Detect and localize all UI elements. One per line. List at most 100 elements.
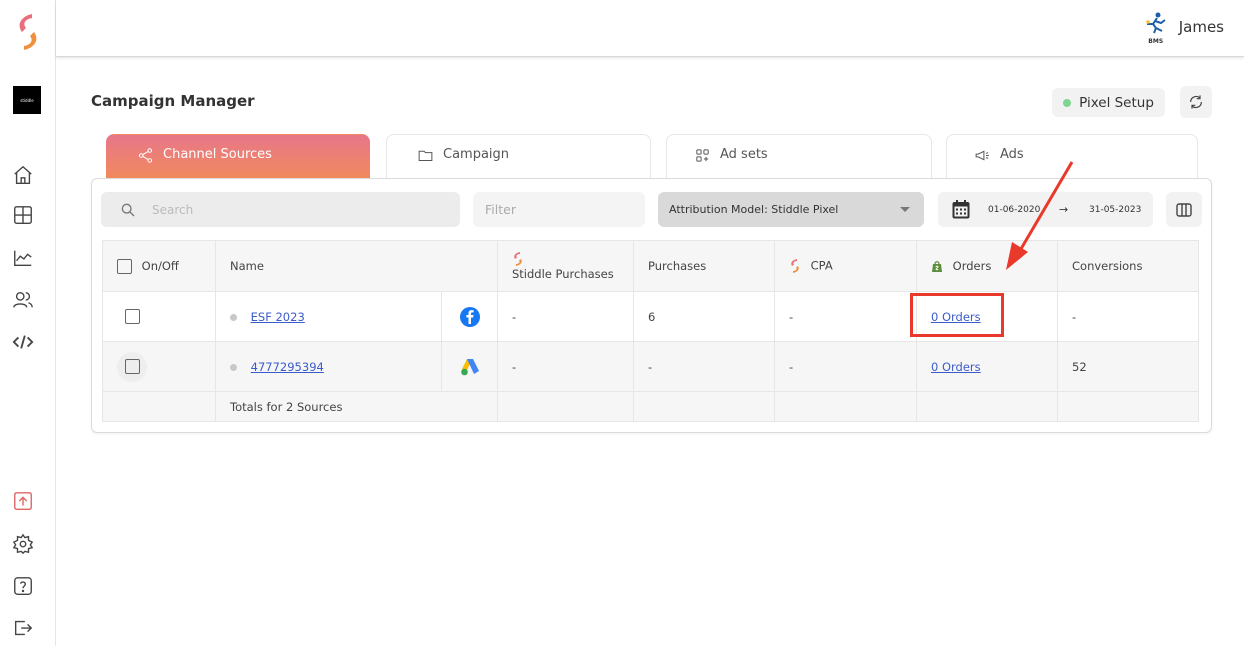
user-name[interactable]: James [1179,18,1224,36]
totals-label: Totals for 2 Sources [215,391,498,422]
stiddle-purchases-cell: - [497,341,634,392]
sidebar: stiddle [0,0,56,646]
purchases-cell: - [633,341,775,392]
row-toggle-cell [102,341,216,392]
page-title: Campaign Manager [91,92,255,110]
tab-label: Ad sets [720,147,768,162]
share-icon [138,148,153,163]
user-menu[interactable]: BMS James [1143,12,1224,45]
attribution-model-label: Attribution Model: Stiddle Pixel [669,203,839,216]
totals-row: Totals for 2 Sources [102,391,1199,422]
status-dot [230,313,237,321]
totals-cell [102,391,216,422]
channel-divider [441,342,442,391]
totals-cell [497,391,634,422]
folder-icon [418,150,433,161]
google-ads-icon [461,358,479,375]
select-all-checkbox[interactable] [117,258,132,274]
row-checkbox-wrap [117,302,147,332]
header-stiddle-purchases-label: Stiddle Purchases [512,266,614,281]
tab-campaign[interactable]: Campaign [386,134,651,178]
header-conversions-label: Conversions [1072,259,1143,273]
row-name-cell: 4777295394 [215,341,498,392]
totals-cell [1057,391,1199,422]
conversions-cell: 52 [1057,341,1199,392]
refresh-icon [1190,95,1202,109]
dashboard-icon[interactable] [12,204,34,226]
search-placeholder: Search [152,202,194,217]
pixel-setup-label: Pixel Setup [1079,94,1154,111]
stiddle-icon [791,259,799,273]
row-name-cell: ESF 2023 [215,291,498,342]
conversions-cell: - [1057,291,1199,342]
bms-avatar: BMS [1143,12,1169,45]
columns-button[interactable] [1166,192,1202,227]
pixel-setup-button[interactable]: Pixel Setup [1052,88,1165,117]
stiddle-purchases-cell: - [497,291,634,342]
home-icon[interactable] [12,164,34,186]
search-input[interactable]: Search [101,192,460,227]
code-icon[interactable] [12,331,34,353]
users-icon[interactable] [12,289,34,311]
channel-divider [441,292,442,341]
status-dot [230,363,237,371]
facebook-icon [460,306,480,327]
totals-cell [916,391,1058,422]
cpa-cell: - [774,341,917,392]
header-cpa[interactable]: CPA [774,240,917,292]
header-name-label: Name [230,259,264,273]
analytics-icon[interactable] [12,247,34,269]
brand-thumb-text: stiddle [20,97,34,103]
calendar-icon [952,200,970,219]
upload-icon[interactable] [12,490,34,512]
tab-label: Channel Sources [163,147,272,162]
refresh-button[interactable] [1180,86,1212,118]
source-name-link[interactable]: ESF 2023 [251,310,305,324]
cpa-cell: - [774,291,917,342]
megaphone-icon [975,150,989,161]
help-icon[interactable] [12,575,34,597]
orders-cell: 0 Orders [916,341,1058,392]
row-checkbox[interactable] [124,359,140,374]
runner-icon [1145,12,1166,34]
table-row[interactable]: 4777295394 - - - 0 Orders 52 [102,341,1199,392]
grid-plus-icon [696,149,709,162]
shopify-icon [932,261,942,272]
columns-icon [1176,202,1192,217]
header-name[interactable]: Name [215,240,498,292]
attribution-model-select[interactable]: Attribution Model: Stiddle Pixel [658,192,924,227]
row-checkbox[interactable] [124,309,140,324]
header-onoff-label: On/Off [141,259,179,273]
orders-link[interactable]: 0 Orders [931,360,981,374]
tab-ad-sets[interactable]: Ad sets [666,134,932,178]
annotation-highlight-box [910,293,1004,337]
table-row[interactable]: ESF 2023 - 6 - 0 Orders - [102,291,1199,342]
logout-icon[interactable] [12,617,34,639]
header-purchases-label: Purchases [648,259,707,273]
filter-placeholder: Filter [485,202,516,217]
row-checkbox-wrap [117,351,147,382]
settings-icon[interactable] [12,533,34,555]
header-onoff: On/Off [102,240,216,292]
tab-label: Campaign [443,147,510,162]
header-orders-label: Orders [952,259,992,273]
stiddle-logo[interactable] [12,10,44,54]
source-name-link[interactable]: 4777295394 [251,360,324,374]
totals-cell [774,391,917,422]
row-toggle-cell [102,291,216,342]
chevron-down-icon [900,207,910,212]
header-stiddle-purchases[interactable]: Stiddle Purchases [497,240,634,292]
header-cpa-label: CPA [810,258,833,273]
avatar-caption: BMS [1148,38,1164,45]
date-to[interactable]: 31-05-2023 [1089,205,1141,215]
stiddle-icon [514,251,522,266]
header-purchases[interactable]: Purchases [633,240,775,292]
brand-thumbnail[interactable]: stiddle [13,86,41,114]
pixel-status-dot [1063,98,1072,107]
annotation-arrow [1006,161,1074,270]
top-bar: BMS James [56,0,1244,57]
tab-channel-sources[interactable]: Channel Sources [106,134,370,178]
search-icon [121,203,135,216]
totals-cell [633,391,775,422]
filter-input[interactable]: Filter [473,192,645,227]
